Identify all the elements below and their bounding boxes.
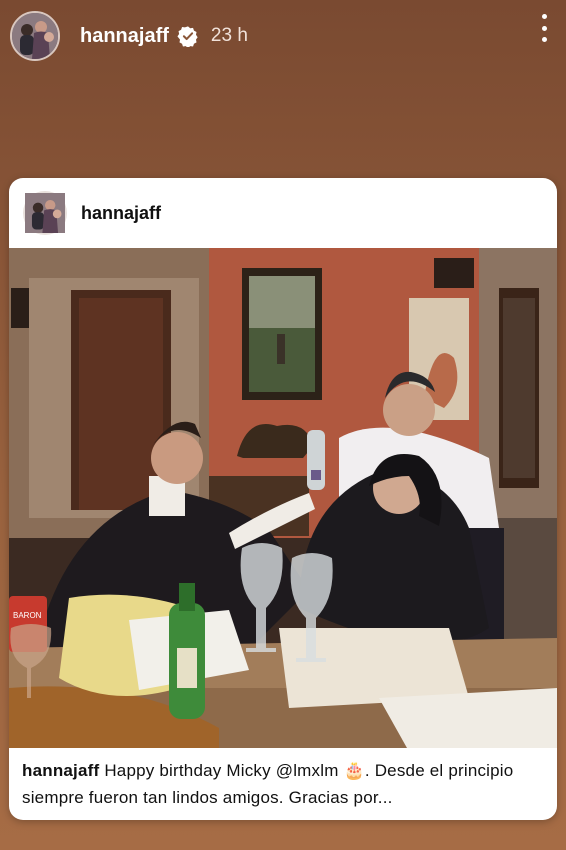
more-dot: [541, 14, 547, 19]
verified-badge-icon: [177, 25, 199, 47]
post-caption: hannajaff Happy birthday Micky @lmxlm 🎂.…: [22, 757, 544, 811]
avatar-image: [12, 13, 58, 59]
restaurant-photo-image: BARON: [9, 248, 557, 748]
post-header: hannajaff: [9, 178, 557, 248]
caption-username[interactable]: hannajaff: [22, 761, 99, 780]
post-author-avatar[interactable]: [23, 191, 67, 235]
shared-post-card[interactable]: hannajaff BARON hannajaff Happy birthday…: [9, 178, 557, 820]
more-dot: [541, 37, 547, 42]
more-options-icon[interactable]: [540, 14, 548, 42]
post-author-username[interactable]: hannajaff: [81, 203, 161, 224]
story-timestamp: 23 h: [210, 25, 248, 46]
story-header: hannajaff 23 h: [10, 10, 556, 62]
can-label: BARON: [13, 611, 42, 620]
post-photo[interactable]: BARON: [9, 248, 557, 748]
avatar-image: [25, 193, 65, 233]
profile-avatar[interactable]: [10, 11, 60, 61]
story-username[interactable]: hannajaff: [80, 25, 169, 48]
more-dot: [541, 25, 547, 31]
